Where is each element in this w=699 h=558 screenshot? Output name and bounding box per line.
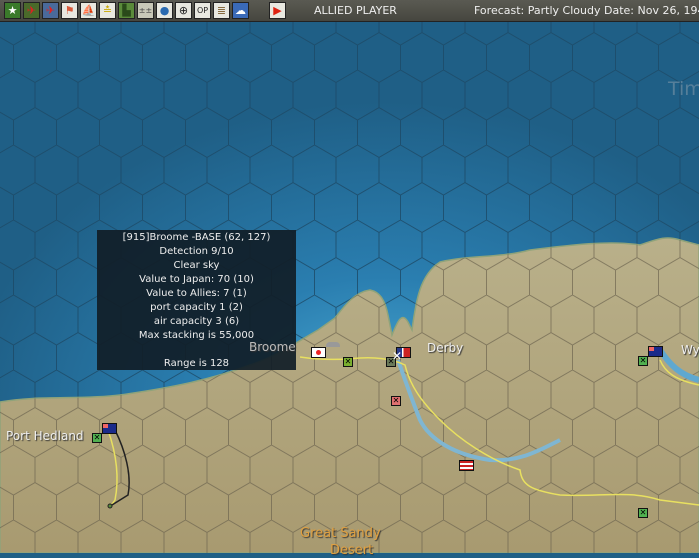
ops-button[interactable]: OP: [194, 2, 211, 19]
air-units-icon: ✈: [26, 4, 37, 17]
player-label: ALLIED PLAYER: [314, 4, 397, 17]
cloud-icon: [326, 342, 340, 347]
location-dot: [107, 503, 113, 509]
forecast-label: Forecast: Partly Cloudy: [474, 4, 601, 17]
land-unit-icon: ▙: [122, 4, 131, 17]
task-force-icon: ≛: [102, 4, 113, 17]
air-groups-button[interactable]: ✈: [42, 2, 59, 19]
tooltip-line: Clear sky: [173, 260, 220, 271]
reports-button[interactable]: ≣: [213, 2, 230, 19]
reports-icon: ≣: [216, 4, 227, 17]
date-label: Date: Nov 26, 1942: [604, 4, 699, 17]
star-icon: ★: [7, 4, 18, 17]
air-units-button[interactable]: ✈: [23, 2, 40, 19]
port-hedland-label[interactable]: Port Hedland: [6, 429, 84, 443]
weather-button[interactable]: ☁: [232, 2, 249, 19]
japan-flag-icon[interactable]: [311, 347, 326, 358]
derby-label[interactable]: Derby: [427, 341, 463, 355]
base-button[interactable]: ±±: [137, 2, 154, 19]
timor-sea-label: Tim: [668, 78, 699, 100]
ship-icon: ⛵: [81, 4, 96, 17]
land-unit-icon[interactable]: ✕: [343, 357, 353, 367]
enemy-unit-icon[interactable]: ✕: [391, 396, 401, 406]
land-unit-icon[interactable]: ✕: [92, 433, 102, 443]
base-icon: ±±: [138, 5, 153, 15]
flag-icon: ⚑: [64, 4, 75, 17]
wyndham-label[interactable]: Wy: [681, 343, 699, 357]
star-button[interactable]: ★: [4, 2, 21, 19]
air-groups-icon: ✈: [45, 4, 56, 17]
flag-button[interactable]: ⚑: [61, 2, 78, 19]
weather-icon: ☁: [235, 4, 246, 17]
intel-button[interactable]: ⊕: [175, 2, 192, 19]
task-force-button[interactable]: ≛: [99, 2, 116, 19]
tooltip-line: Range is 128: [163, 358, 230, 369]
land-unit-icon[interactable]: ✕: [638, 508, 648, 518]
tooltip-line: Value to Japan: 70 (10): [139, 274, 254, 285]
tooltip-line: air capacity 3 (6): [153, 316, 240, 327]
great-sandy-label: Great Sandy: [300, 526, 381, 541]
ops-icon: OP: [196, 5, 209, 15]
intel-icon: ⊕: [178, 4, 189, 17]
desert-label: Desert: [330, 543, 374, 558]
australia-flag-icon[interactable]: [102, 423, 117, 434]
broome-label[interactable]: Broome: [249, 340, 296, 354]
globe-icon: ●: [159, 4, 170, 17]
us-flag-icon[interactable]: [459, 460, 474, 471]
tooltip-line: Detection 9/10: [159, 246, 234, 257]
end-turn-icon: ▶: [273, 4, 282, 17]
tooltip-line: port capacity 1 (2): [150, 302, 243, 313]
tooltip-line: Value to Allies: 7 (1): [146, 288, 247, 299]
australia-flag-icon[interactable]: [648, 346, 663, 357]
land-unit-button[interactable]: ▙: [118, 2, 135, 19]
globe-button[interactable]: ●: [156, 2, 173, 19]
combat-icon[interactable]: ✕: [392, 349, 402, 363]
end-turn-button[interactable]: ▶: [269, 2, 286, 19]
ship-button[interactable]: ⛵: [80, 2, 97, 19]
land-unit-icon[interactable]: ✕: [638, 356, 648, 366]
tooltip-line: [915]Broome -BASE (62, 127): [122, 232, 271, 243]
